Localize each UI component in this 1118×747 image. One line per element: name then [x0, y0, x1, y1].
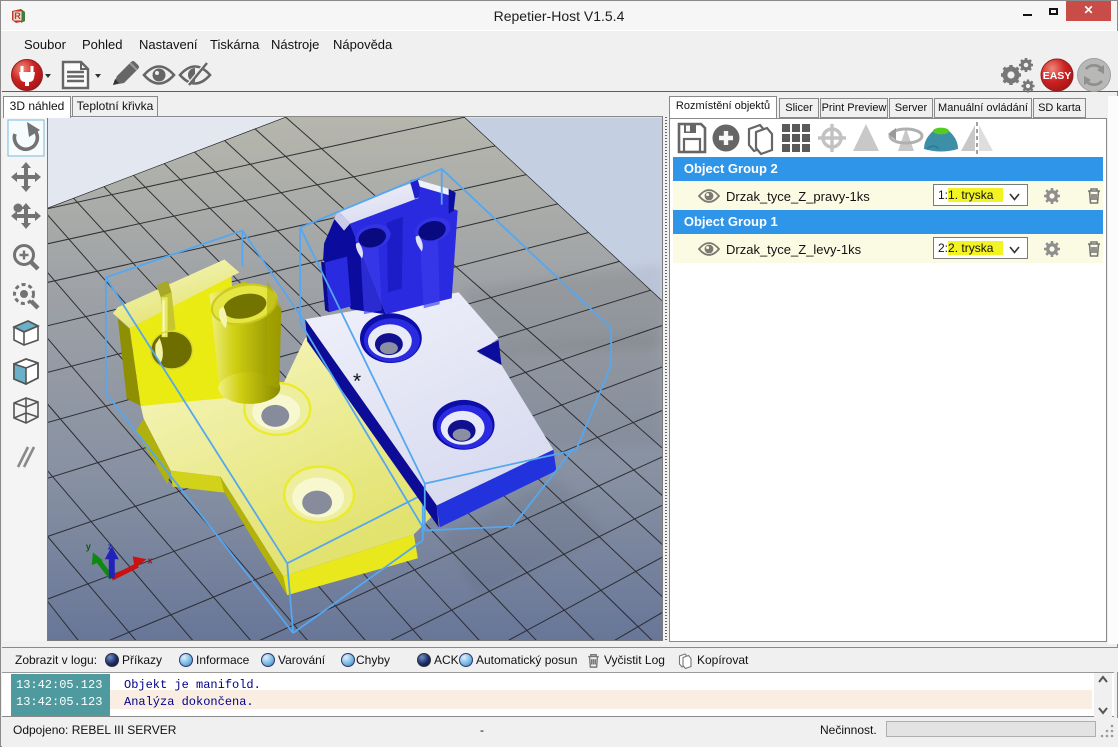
svg-text:z: z: [108, 541, 113, 551]
svg-text:x: x: [148, 555, 153, 565]
svg-text:y: y: [86, 541, 91, 551]
svg-text:*: *: [353, 370, 361, 393]
svg-text:EASY: EASY: [1043, 70, 1072, 82]
svg-text:R: R: [14, 11, 21, 21]
